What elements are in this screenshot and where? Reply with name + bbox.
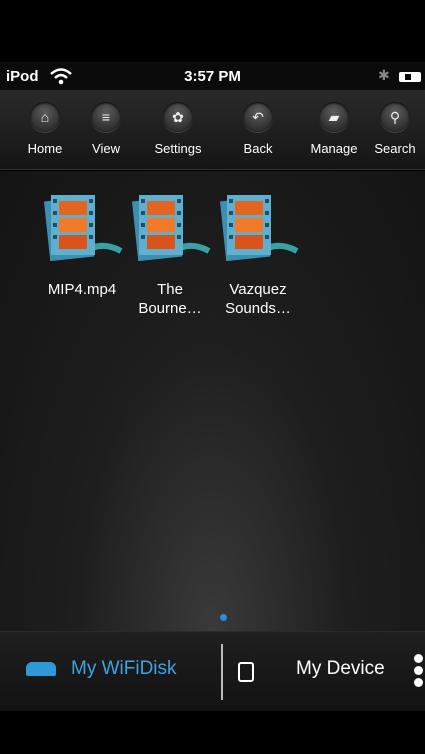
- toolbar: ⌂ Home ≡ View ✿ Settings ↶ Back ▰ Manage…: [0, 90, 425, 170]
- settings-button[interactable]: ✿ Settings: [138, 102, 218, 156]
- back-button[interactable]: ↶ Back: [218, 102, 298, 156]
- list-view-icon: ≡: [91, 102, 121, 132]
- wifidisk-icon: [26, 662, 56, 676]
- tab-my-wifidisk-label: My WiFiDisk: [71, 658, 177, 679]
- video-file-icon: [43, 195, 123, 262]
- bluetooth-icon: ✱: [378, 67, 390, 83]
- video-file-icon: [219, 195, 299, 262]
- clock: 3:57 PM: [184, 68, 241, 85]
- bottom-letterbox: [0, 711, 425, 754]
- search-label: Search: [374, 141, 416, 156]
- battery-icon: [399, 72, 421, 82]
- file-item[interactable]: MIP4.mp4: [37, 193, 127, 299]
- gear-icon: ✿: [163, 102, 193, 132]
- more-menu-icon[interactable]: [414, 654, 425, 688]
- tab-my-device-label: My Device: [296, 658, 385, 679]
- home-icon: ⌂: [30, 102, 60, 132]
- view-button[interactable]: ≡ View: [66, 102, 146, 156]
- back-label: Back: [243, 141, 273, 156]
- search-icon: ⚲: [380, 102, 410, 132]
- page-indicator-dot: [220, 614, 227, 621]
- top-letterbox: [0, 0, 425, 62]
- file-browser[interactable]: MIP4.mp4 The Bourne… Vazquez Sounds…: [0, 171, 425, 631]
- tab-divider: [221, 644, 223, 700]
- file-name: MIP4.mp4: [47, 281, 117, 298]
- file-name: The Bourne…: [138, 281, 202, 317]
- status-bar: iPod 3:57 PM ✱: [0, 62, 425, 90]
- view-label: View: [92, 141, 120, 156]
- file-item[interactable]: Vazquez Sounds…: [213, 193, 303, 318]
- back-arrow-icon: ↶: [243, 102, 273, 132]
- folder-icon: ▰: [319, 102, 349, 132]
- video-file-icon: [131, 195, 211, 262]
- file-item[interactable]: The Bourne…: [125, 193, 215, 318]
- device-icon: [238, 662, 254, 682]
- settings-label: Settings: [154, 141, 202, 156]
- search-button[interactable]: ⚲ Search: [355, 102, 425, 156]
- tab-bar: My WiFiDisk My Device: [0, 631, 425, 711]
- file-name: Vazquez Sounds…: [225, 281, 291, 317]
